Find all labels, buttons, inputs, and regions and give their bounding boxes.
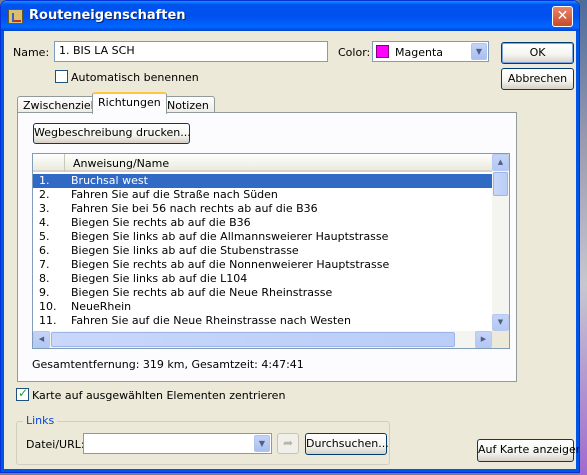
- cancel-button[interactable]: Abbrechen: [501, 68, 574, 90]
- name-input[interactable]: 1. BIS LA SCH: [54, 41, 328, 62]
- list-item[interactable]: 4. Biegen Sie rechts ab auf die B36: [33, 216, 492, 230]
- list-rows: 1. Bruchsal west 2. Fahren Sie auf die Str…: [33, 174, 492, 328]
- chevron-down-icon[interactable]: ▼: [471, 43, 487, 60]
- color-select[interactable]: Magenta ▼: [372, 41, 489, 62]
- scroll-right-icon[interactable]: ▶: [475, 331, 492, 348]
- vertical-scroll-thumb[interactable]: [493, 172, 508, 196]
- scroll-corner: [492, 331, 509, 348]
- list-item[interactable]: 2. Fahren Sie auf die Straße nach Süden: [33, 188, 492, 202]
- close-button[interactable]: ✕: [552, 6, 573, 27]
- title-bar[interactable]: Routeneigenschaften ✕: [1, 1, 579, 31]
- show-on-map-button[interactable]: Auf Karte anzeigen: [477, 439, 579, 462]
- chevron-down-icon[interactable]: ▼: [254, 435, 270, 452]
- scroll-left-icon[interactable]: ◀: [33, 331, 50, 348]
- color-swatch: [376, 45, 389, 58]
- list-header[interactable]: Anweisung/Name: [33, 154, 492, 172]
- vertical-scrollbar[interactable]: ▲ ▼: [492, 154, 509, 331]
- url-combobox[interactable]: ▼: [83, 433, 272, 454]
- list-item[interactable]: 5. Biegen Sie links ab auf die Allmannswe…: [33, 230, 492, 244]
- number-column-header[interactable]: [33, 154, 65, 172]
- window-frame-bottom: [1, 469, 579, 472]
- url-label: Datei/URL:: [26, 438, 85, 451]
- scroll-up-icon[interactable]: ▲: [492, 154, 509, 171]
- tab-richtungen[interactable]: Richtungen: [92, 92, 167, 114]
- horizontal-scroll-thumb[interactable]: [51, 332, 455, 347]
- directions-list[interactable]: Anweisung/Name 1. Bruchsal west 2. Fahren …: [32, 153, 510, 349]
- browse-button[interactable]: Durchsuchen...: [305, 433, 389, 455]
- directions-panel: Wegbeschreibung drucken... Anweisung/Nam…: [17, 112, 517, 382]
- ok-button[interactable]: OK: [501, 42, 574, 64]
- window-frame-left: [1, 31, 4, 472]
- open-link-icon[interactable]: ➦: [277, 433, 299, 454]
- color-label: Color:: [338, 46, 371, 59]
- center-map-label[interactable]: Karte auf ausgewählten Elementen zentrie…: [32, 389, 285, 402]
- window-title: Routeneigenschaften: [29, 8, 186, 23]
- dialog-window: Routeneigenschaften ✕ Name: 1. BIS LA SC…: [0, 0, 580, 473]
- list-item[interactable]: 11. Fahren Sie auf die Neue Rheinstrasse …: [33, 314, 492, 328]
- list-item[interactable]: 1. Bruchsal west: [33, 174, 492, 188]
- center-map-checkbox[interactable]: [16, 386, 29, 401]
- auto-name-checkbox[interactable]: [55, 70, 68, 83]
- list-item[interactable]: 3. Fahren Sie bei 56 nach rechts ab auf d…: [33, 202, 492, 216]
- route-icon: [8, 9, 23, 24]
- list-item[interactable]: 7. Biegen Sie rechts ab auf die Nonnenwei…: [33, 258, 492, 272]
- print-directions-button[interactable]: Wegbeschreibung drucken...: [33, 123, 191, 144]
- list-item[interactable]: 6. Biegen Sie links ab auf die Stubenstra…: [33, 244, 492, 258]
- route-summary: Gesamtentfernung: 319 km, Gesamtzeit: 4:…: [32, 358, 304, 371]
- list-item[interactable]: 10. NeueRhein: [33, 300, 492, 314]
- links-legend: Links: [23, 414, 58, 427]
- name-label: Name:: [13, 46, 50, 59]
- instruction-column-header[interactable]: Anweisung/Name: [73, 157, 169, 170]
- horizontal-scrollbar[interactable]: ◀ ▶: [33, 331, 492, 348]
- list-item[interactable]: 8. Biegen Sie links ab auf die L104: [33, 272, 492, 286]
- auto-name-label[interactable]: Automatisch benennen: [71, 71, 199, 84]
- tab-notizen[interactable]: Notizen: [161, 96, 215, 113]
- list-item[interactable]: 9. Biegen Sie rechts ab auf die Neue Rhei…: [33, 286, 492, 300]
- window-frame-right: [576, 31, 579, 472]
- color-value: Magenta: [395, 46, 444, 59]
- scroll-down-icon[interactable]: ▼: [492, 314, 509, 331]
- desktop-background: [579, 0, 587, 475]
